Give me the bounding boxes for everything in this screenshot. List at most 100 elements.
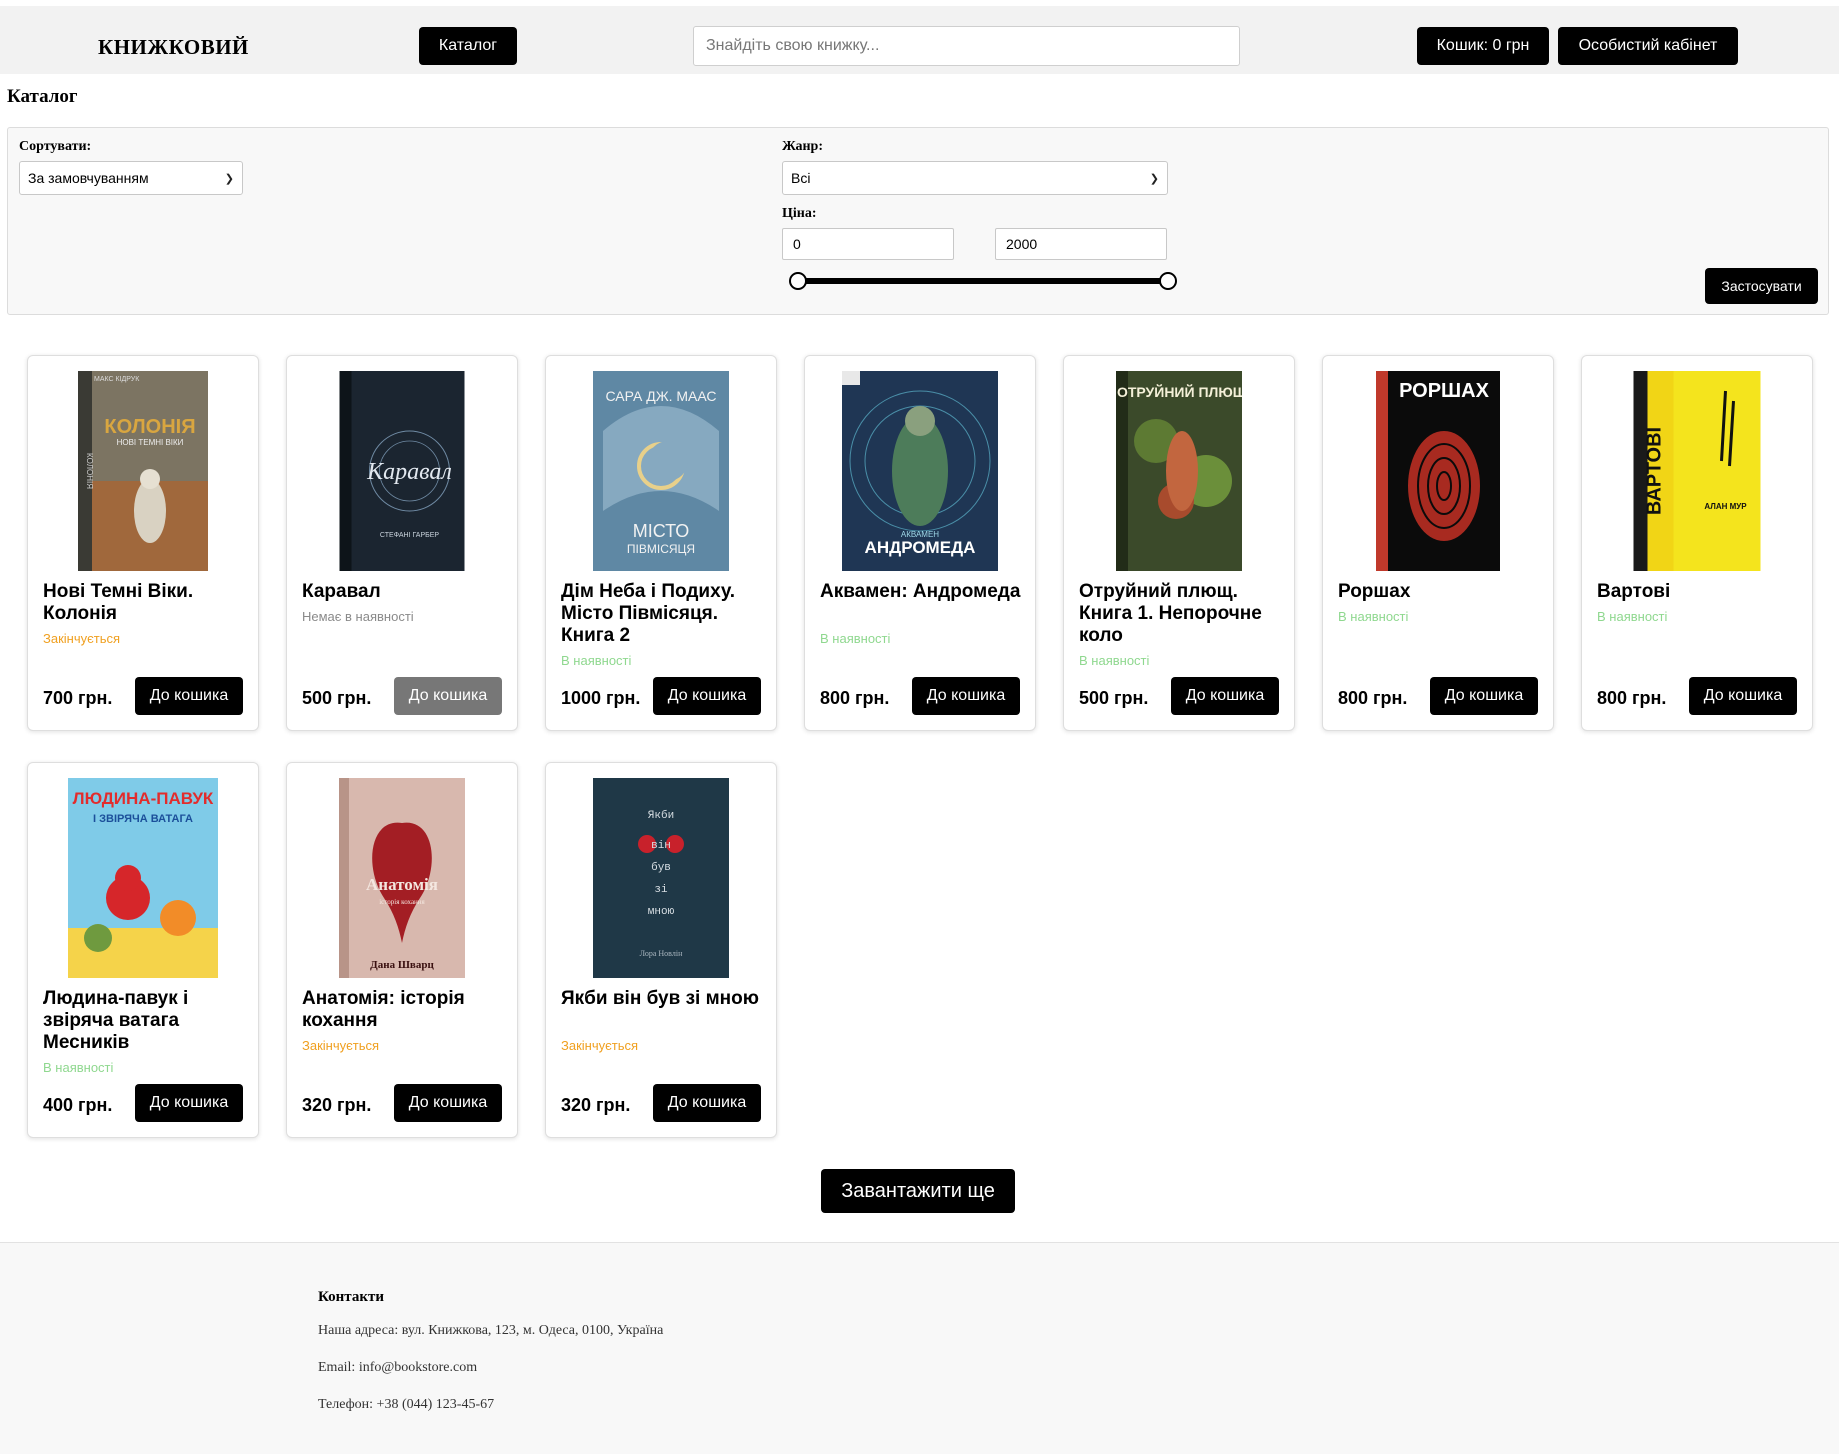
book-card[interactable]: ОТРУЙНИЙ ПЛЮЩ Отруйний плющ. Книга 1. Не…	[1063, 355, 1295, 731]
misto-pivmisiatsia-cover[interactable]: САРА ДЖ. МААС МІСТО ПІВМІСЯЦЯ	[593, 371, 729, 571]
sort-label: Сортувати:	[19, 139, 92, 154]
book-status: В наявності	[820, 631, 891, 646]
karaval-title: Каравал	[366, 459, 452, 485]
book-price: 320 грн.	[561, 1095, 631, 1115]
yakby-line-2: він	[651, 840, 671, 852]
book-card[interactable]: ВАРТОВІ АЛАН МУР Вартові В наявності 800…	[1581, 355, 1813, 731]
aquaman-cover[interactable]: АКВАМЕН АНДРОМЕДА	[842, 371, 998, 571]
add-to-cart-button[interactable]: До кошика	[394, 1084, 502, 1122]
price-slider-max-handle[interactable]	[1159, 272, 1177, 290]
add-to-cart-button[interactable]: До кошика	[1430, 677, 1538, 715]
book-card[interactable]: Якби він був зі мною Лора Новлін Якби ві…	[545, 762, 777, 1138]
footer: Контакти Наша адреса: вул. Книжкова, 123…	[0, 1242, 1839, 1454]
book-card[interactable]: САРА ДЖ. МААС МІСТО ПІВМІСЯЦЯ Дім Неба і…	[545, 355, 777, 731]
spiderman-subtitle: І ЗВІРЯЧА ВАТАГА	[93, 813, 193, 825]
header: КНИЖКОВИЙ Каталог Кошик: 0 грн Особистий…	[0, 6, 1839, 74]
sort-select-value: За замовчуванням	[28, 170, 149, 186]
book-status: В наявності	[1338, 609, 1409, 624]
sort-select[interactable]: За замовчуванням ❯	[19, 161, 243, 195]
book-status: В наявності	[1597, 609, 1668, 624]
book-title[interactable]: Вартові	[1597, 581, 1802, 603]
price-slider-track[interactable]	[798, 278, 1168, 284]
spiderman-title: ЛЮДИНА-ПАВУК	[73, 789, 214, 808]
book-price: 1000 грн.	[561, 688, 641, 708]
chevron-down-icon: ❯	[1149, 172, 1159, 185]
book-status: В наявності	[561, 653, 632, 668]
yakby-line-3: був	[651, 861, 671, 874]
book-price: 800 грн.	[820, 688, 890, 708]
karaval-author: СТЕФАНІ ГАРБЕР	[380, 532, 439, 539]
catalog-button[interactable]: Каталог	[419, 27, 517, 65]
yakby-line-5: мною	[648, 906, 675, 918]
add-to-cart-button[interactable]: До кошика	[653, 1084, 761, 1122]
footer-address: Наша адреса: вул. Книжкова, 123, м. Одес…	[318, 1323, 664, 1338]
book-card[interactable]: ЛЮДИНА-ПАВУК І ЗВІРЯЧА ВАТАГА Людина-пав…	[27, 762, 259, 1138]
add-to-cart-button[interactable]: До кошика	[1171, 677, 1279, 715]
book-card[interactable]: МАКС КІДРУК КОЛОНІЯ НОВІ ТЕМНІ ВІКИ КОЛО…	[27, 355, 259, 731]
book-card[interactable]: Анатомія історія кохання Дана Шварц Анат…	[286, 762, 518, 1138]
price-min-input[interactable]	[782, 228, 954, 260]
kolonia-title: КОЛОНІЯ	[104, 416, 195, 438]
add-to-cart-button[interactable]: До кошика	[135, 677, 243, 715]
search-input[interactable]	[693, 26, 1240, 66]
footer-email: Email: info@bookstore.com	[318, 1360, 478, 1375]
genre-select[interactable]: Всі ❯	[782, 161, 1168, 195]
kolonia-cover[interactable]: МАКС КІДРУК КОЛОНІЯ НОВІ ТЕМНІ ВІКИ КОЛО…	[78, 371, 208, 571]
book-status: Немає в наявності	[302, 609, 414, 624]
cart-button[interactable]: Кошик: 0 грн	[1417, 27, 1549, 65]
book-card[interactable]: РОРШАХ Роршах В наявності 800 грн. До ко…	[1322, 355, 1554, 731]
book-title[interactable]: Отруйний плющ. Книга 1. Непорочне коло	[1079, 581, 1284, 647]
anatomy-subtitle: історія кохання	[379, 898, 425, 906]
logo[interactable]: КНИЖКОВИЙ	[98, 35, 249, 60]
kolonia-subtitle: НОВІ ТЕМНІ ВІКИ	[117, 438, 184, 447]
book-title[interactable]: Аквамен: Андромеда	[820, 581, 1025, 603]
rorschach-cover[interactable]: РОРШАХ	[1376, 371, 1500, 571]
anatomy-author: Дана Шварц	[370, 959, 434, 971]
book-price: 800 грн.	[1338, 688, 1408, 708]
price-max-input[interactable]	[995, 228, 1167, 260]
book-card[interactable]: Каравал СТЕФАНІ ГАРБЕР Каравал Немає в н…	[286, 355, 518, 731]
book-price: 700 грн.	[43, 688, 113, 708]
add-to-cart-button[interactable]: До кошика	[912, 677, 1020, 715]
genre-select-value: Всі	[791, 170, 811, 186]
yakby-vin-buv-cover[interactable]: Якби він був зі мною Лора Новлін	[593, 778, 729, 978]
watchmen-cover[interactable]: ВАРТОВІ АЛАН МУР	[1633, 371, 1761, 571]
book-title[interactable]: Дім Неба і Подиху. Місто Півмісяця. Книг…	[561, 581, 766, 647]
karaval-cover[interactable]: Каравал СТЕФАНІ ГАРБЕР	[339, 371, 465, 571]
watchmen-title: ВАРТОВІ	[1644, 427, 1666, 515]
add-to-cart-button[interactable]: До кошика	[135, 1084, 243, 1122]
add-to-cart-button[interactable]: До кошика	[653, 677, 761, 715]
book-title[interactable]: Анатомія: історія кохання	[302, 988, 507, 1032]
poison-ivy-cover[interactable]: ОТРУЙНИЙ ПЛЮЩ	[1116, 371, 1242, 571]
misto-title: МІСТО	[633, 521, 690, 541]
rorschach-title: РОРШАХ	[1399, 380, 1490, 402]
book-status: В наявності	[43, 1060, 114, 1075]
book-card[interactable]: АКВАМЕН АНДРОМЕДА Аквамен: Андромеда В н…	[804, 355, 1036, 731]
yakby-line-4: зі	[654, 884, 668, 896]
book-title[interactable]: Людина-павук і звіряча ватага Месників	[43, 988, 248, 1054]
book-price: 500 грн.	[1079, 688, 1149, 708]
spiderman-cover[interactable]: ЛЮДИНА-ПАВУК І ЗВІРЯЧА ВАТАГА	[68, 778, 218, 978]
anatomy-cover[interactable]: Анатомія історія кохання Дана Шварц	[339, 778, 465, 978]
misto-author: САРА ДЖ. МААС	[605, 388, 716, 404]
book-title[interactable]: Роршах	[1338, 581, 1543, 603]
ivy-title: ОТРУЙНИЙ ПЛЮЩ	[1117, 383, 1242, 400]
book-status: В наявності	[1079, 653, 1150, 668]
page-title: Каталог	[7, 86, 78, 107]
book-price: 400 грн.	[43, 1095, 113, 1115]
misto-title-2: ПІВМІСЯЦЯ	[627, 542, 695, 556]
book-title[interactable]: Якби він був зі мною	[561, 988, 766, 1010]
load-more-button[interactable]: Завантажити ще	[821, 1169, 1015, 1213]
book-title[interactable]: Каравал	[302, 581, 507, 603]
kolonia-spine: КОЛОНІЯ	[85, 453, 94, 489]
add-to-cart-button[interactable]: До кошика	[394, 677, 502, 715]
apply-filters-button[interactable]: Застосувати	[1705, 268, 1818, 304]
add-to-cart-button[interactable]: До кошика	[1689, 677, 1797, 715]
account-button[interactable]: Особистий кабінет	[1558, 27, 1738, 65]
book-status: Закінчується	[302, 1038, 380, 1053]
book-title[interactable]: Нові Темні Віки. Колонія	[43, 581, 248, 625]
watchmen-author: АЛАН МУР	[1704, 502, 1747, 511]
genre-label: Жанр:	[782, 139, 824, 154]
price-slider-min-handle[interactable]	[789, 272, 807, 290]
yakby-author: Лора Новлін	[640, 949, 683, 958]
